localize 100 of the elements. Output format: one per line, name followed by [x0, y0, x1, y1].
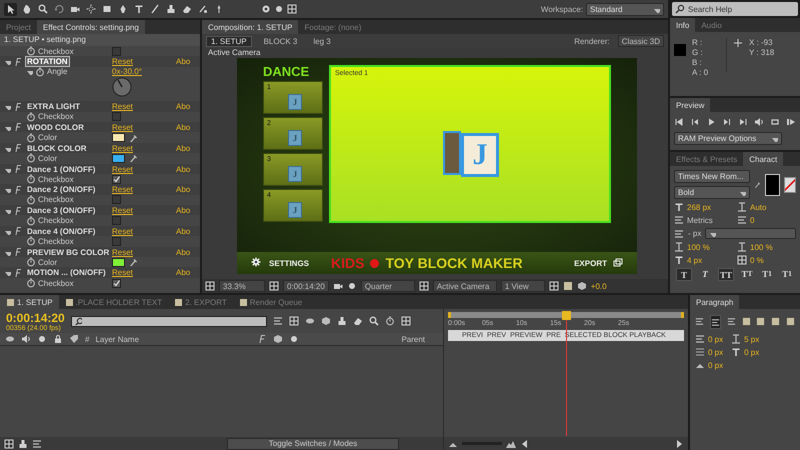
checkbox[interactable] — [112, 112, 121, 122]
stopwatch-icon[interactable] — [26, 257, 36, 268]
metric-value[interactable]: 0 — [750, 216, 754, 224]
effect-name[interactable]: Dance 2 (ON/OFF) — [25, 184, 98, 196]
about-link[interactable]: Abo — [176, 164, 200, 174]
caret-icon[interactable] — [4, 207, 11, 214]
reset-link[interactable]: Reset — [112, 164, 176, 174]
stopwatch-icon[interactable] — [26, 236, 36, 246]
checkbox[interactable] — [112, 236, 121, 246]
axis-icon[interactable] — [261, 4, 271, 14]
eye-icon[interactable] — [5, 334, 15, 344]
about-link[interactable]: Abo — [176, 226, 200, 236]
caret-icon[interactable] — [4, 103, 11, 110]
spacing-value[interactable]: 0 px — [708, 360, 724, 370]
panel-tab[interactable]: Paragraph — [690, 295, 740, 309]
search-field[interactable]: Search Help — [672, 2, 798, 16]
previous-frame-icon[interactable] — [690, 117, 700, 127]
stroke-width-icon[interactable] — [674, 228, 684, 238]
about-link[interactable]: Abo — [176, 268, 200, 278]
stopwatch-icon[interactable] — [26, 216, 36, 226]
hand-icon[interactable] — [22, 4, 32, 14]
metric-value[interactable]: 268 px — [687, 202, 712, 212]
caret-icon[interactable] — [4, 58, 11, 66]
timeline-tab[interactable]: Render Queue — [232, 295, 308, 309]
reset-link[interactable]: Reset — [112, 122, 176, 132]
effect-name[interactable]: BLOCK COLOR — [25, 142, 89, 154]
dot-icon[interactable] — [274, 4, 284, 14]
metric-value[interactable]: Metrics — [687, 216, 713, 224]
panel-tab[interactable]: Effects & Presets — [670, 152, 744, 166]
about-link[interactable]: Abo — [176, 206, 200, 216]
rectangle-icon[interactable] — [102, 4, 112, 14]
eraser-icon[interactable] — [182, 4, 192, 14]
stopwatch-icon[interactable] — [26, 132, 36, 143]
leading-icon[interactable] — [737, 202, 747, 212]
grid-icon[interactable] — [548, 281, 559, 291]
grid-icon[interactable] — [269, 281, 279, 291]
views-dropdown[interactable]: 1 View — [500, 280, 545, 292]
brush-icon[interactable] — [150, 4, 160, 14]
renderer-button[interactable]: Classic 3D — [618, 35, 664, 47]
dot-icon[interactable] — [289, 334, 300, 344]
eyedropper-icon[interactable] — [754, 180, 761, 190]
text-style-button[interactable]: TT — [718, 268, 734, 281]
square-icon[interactable] — [562, 281, 573, 291]
metric-value[interactable]: Auto — [750, 202, 766, 212]
panel-tab[interactable]: Preview — [670, 98, 710, 112]
workspace-dropdown[interactable]: Standard — [586, 2, 664, 16]
effect-name[interactable]: PREVIEW BG COLOR — [25, 246, 112, 258]
timecode[interactable]: 0:00:14:20 — [6, 310, 65, 324]
timeline-tab[interactable]: 2. EXPORT — [168, 295, 233, 309]
checkbox[interactable] — [112, 46, 121, 56]
cube-icon[interactable] — [576, 281, 587, 291]
text-style-button[interactable]: T — [698, 268, 712, 279]
spacing-value[interactable]: 5 px — [744, 334, 760, 344]
stopwatch-icon[interactable] — [384, 316, 395, 326]
panel-tab[interactable]: Info — [670, 18, 696, 32]
caret-icon[interactable] — [709, 230, 716, 237]
caret-icon[interactable] — [4, 186, 11, 194]
align-button[interactable] — [770, 315, 780, 327]
loop-icon[interactable] — [770, 117, 780, 127]
ram-preview-dropdown[interactable]: RAM Preview Options — [674, 132, 782, 145]
about-link[interactable]: Abo — [176, 122, 200, 132]
time-field[interactable]: 0:00:14:20 — [283, 280, 329, 292]
color-swatch[interactable] — [112, 154, 125, 163]
panel-tab[interactable]: Audio — [695, 18, 728, 32]
grid-icon[interactable] — [205, 281, 215, 291]
font-size-icon[interactable] — [674, 202, 684, 212]
speaker-icon[interactable] — [21, 334, 31, 344]
exposure-value[interactable]: +0.0 — [590, 282, 607, 290]
reset-link[interactable]: Reset — [112, 102, 176, 112]
align-button[interactable] — [710, 315, 722, 329]
reset-link[interactable]: Reset — [112, 248, 176, 257]
lock-icon[interactable] — [53, 334, 63, 344]
fill-color-swatch[interactable] — [764, 174, 780, 196]
stopwatch-icon[interactable] — [26, 46, 36, 56]
spacing-value[interactable]: 0 px — [744, 348, 760, 356]
metric-value[interactable]: 4 px — [687, 256, 702, 264]
align-button[interactable] — [785, 315, 796, 327]
next-frame-icon[interactable] — [722, 117, 732, 127]
panel-tab[interactable]: Footage: (none) — [298, 20, 368, 34]
scroll-left-icon[interactable] — [520, 438, 530, 448]
about-link[interactable]: Abo — [176, 185, 200, 194]
timeline-tab[interactable]: 1. SETUP — [0, 295, 59, 309]
stroke-color-swatch[interactable] — [784, 176, 796, 192]
panel-tab[interactable]: Charact — [743, 152, 784, 166]
play-icon[interactable] — [706, 117, 716, 127]
timeline-tab[interactable]: .PLACE HOLDER TEXT — [58, 295, 168, 309]
zoom-icon[interactable] — [38, 4, 48, 14]
effect-name[interactable]: EXTRA LIGHT — [25, 101, 82, 112]
reset-link[interactable]: Reset — [112, 185, 176, 194]
scroll-right-icon[interactable] — [674, 438, 684, 448]
about-link[interactable]: Abo — [176, 102, 200, 112]
toggle-switches-button[interactable]: Toggle Switches / Modes — [227, 438, 399, 450]
font-style-dropdown[interactable]: Bold — [674, 186, 750, 199]
caret-icon[interactable] — [4, 269, 11, 276]
stopwatch-icon[interactable] — [26, 174, 36, 184]
breadcrumb[interactable]: BLOCK 3 — [260, 36, 302, 46]
selection-arrow-icon[interactable] — [6, 4, 16, 14]
caret-icon[interactable] — [739, 189, 746, 196]
dot-icon[interactable] — [37, 334, 47, 344]
indent-right-icon[interactable] — [695, 347, 705, 357]
